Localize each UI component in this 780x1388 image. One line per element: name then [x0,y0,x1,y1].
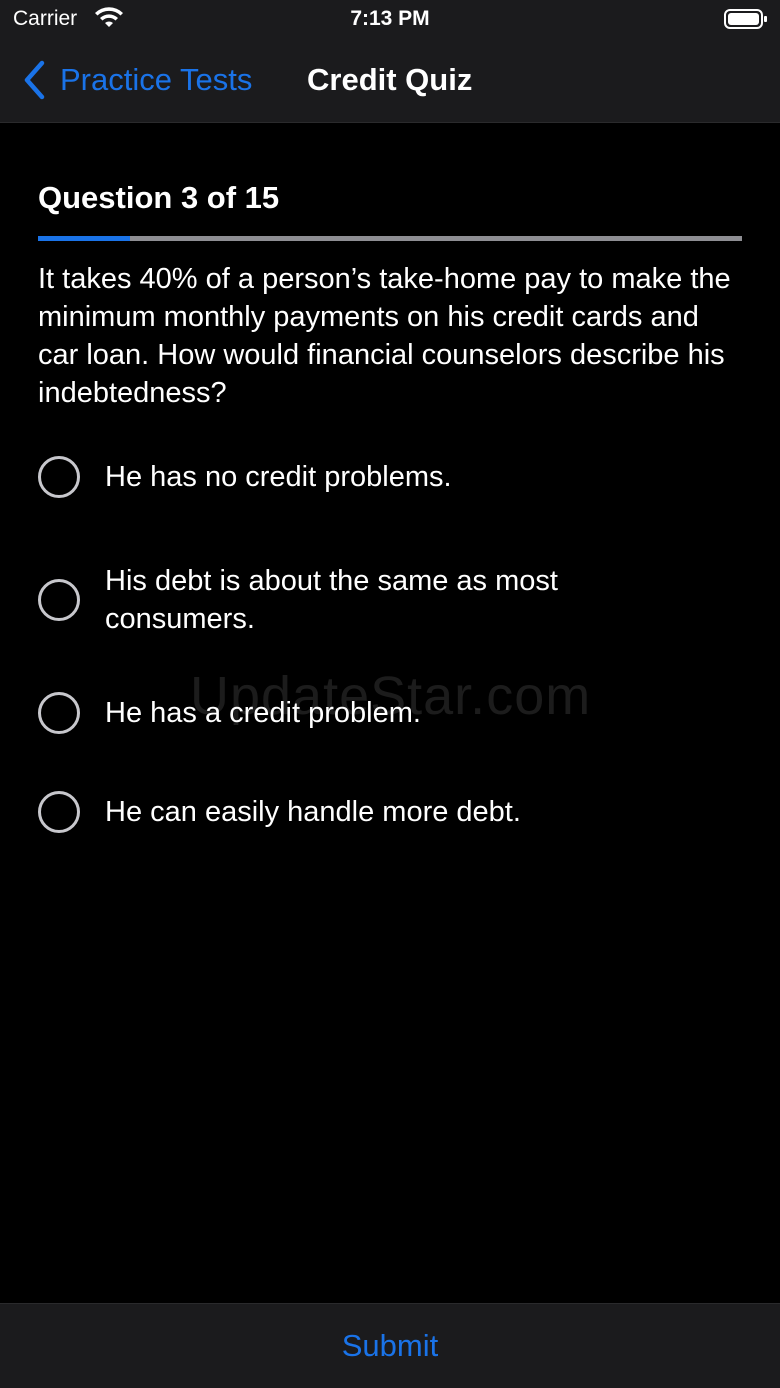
answer-option-label: He has no credit problems. [105,461,452,493]
status-time: 7:13 PM [350,7,430,30]
submit-button[interactable]: Submit [0,1304,780,1388]
radio-button[interactable] [38,692,80,734]
answer-option-label: He can easily handle more debt. [105,796,521,828]
radio-button[interactable] [38,579,80,621]
radio-button[interactable] [38,791,80,833]
chevron-left-icon [24,60,45,100]
status-bar: Carrier 7:13 PM [0,0,780,40]
battery-icon [724,9,767,29]
radio-button[interactable] [38,456,80,498]
navigation-bar: Practice Tests Credit Quiz [0,40,780,122]
quiz-progress-bar [38,236,742,241]
question-text: It takes 40% of a person’s take-home pay… [38,263,731,409]
back-button[interactable]: Practice Tests [22,58,252,102]
answer-option-label: He has a credit problem. [105,697,421,729]
top-bar: Carrier 7:13 PM Practice Tests Credit Qu… [0,0,780,123]
page-title: Credit Quiz [307,62,473,97]
quiz-progress-fill [38,236,130,241]
answer-option-4[interactable]: He can easily handle more debt. [38,791,742,833]
answer-option-label: His debt is about the same as most consu… [105,565,558,635]
question-counter: Question 3 of 15 [38,180,280,215]
footer-bar: Submit [0,1303,780,1388]
answer-option-1[interactable]: He has no credit problems. [38,456,742,498]
answer-option-2[interactable]: His debt is about the same as most consu… [38,562,742,638]
answer-option-3[interactable]: He has a credit problem. [38,692,742,734]
back-button-label: Practice Tests [60,62,253,97]
question-section: Question 3 of 15 It takes 40% of a perso… [38,170,742,412]
